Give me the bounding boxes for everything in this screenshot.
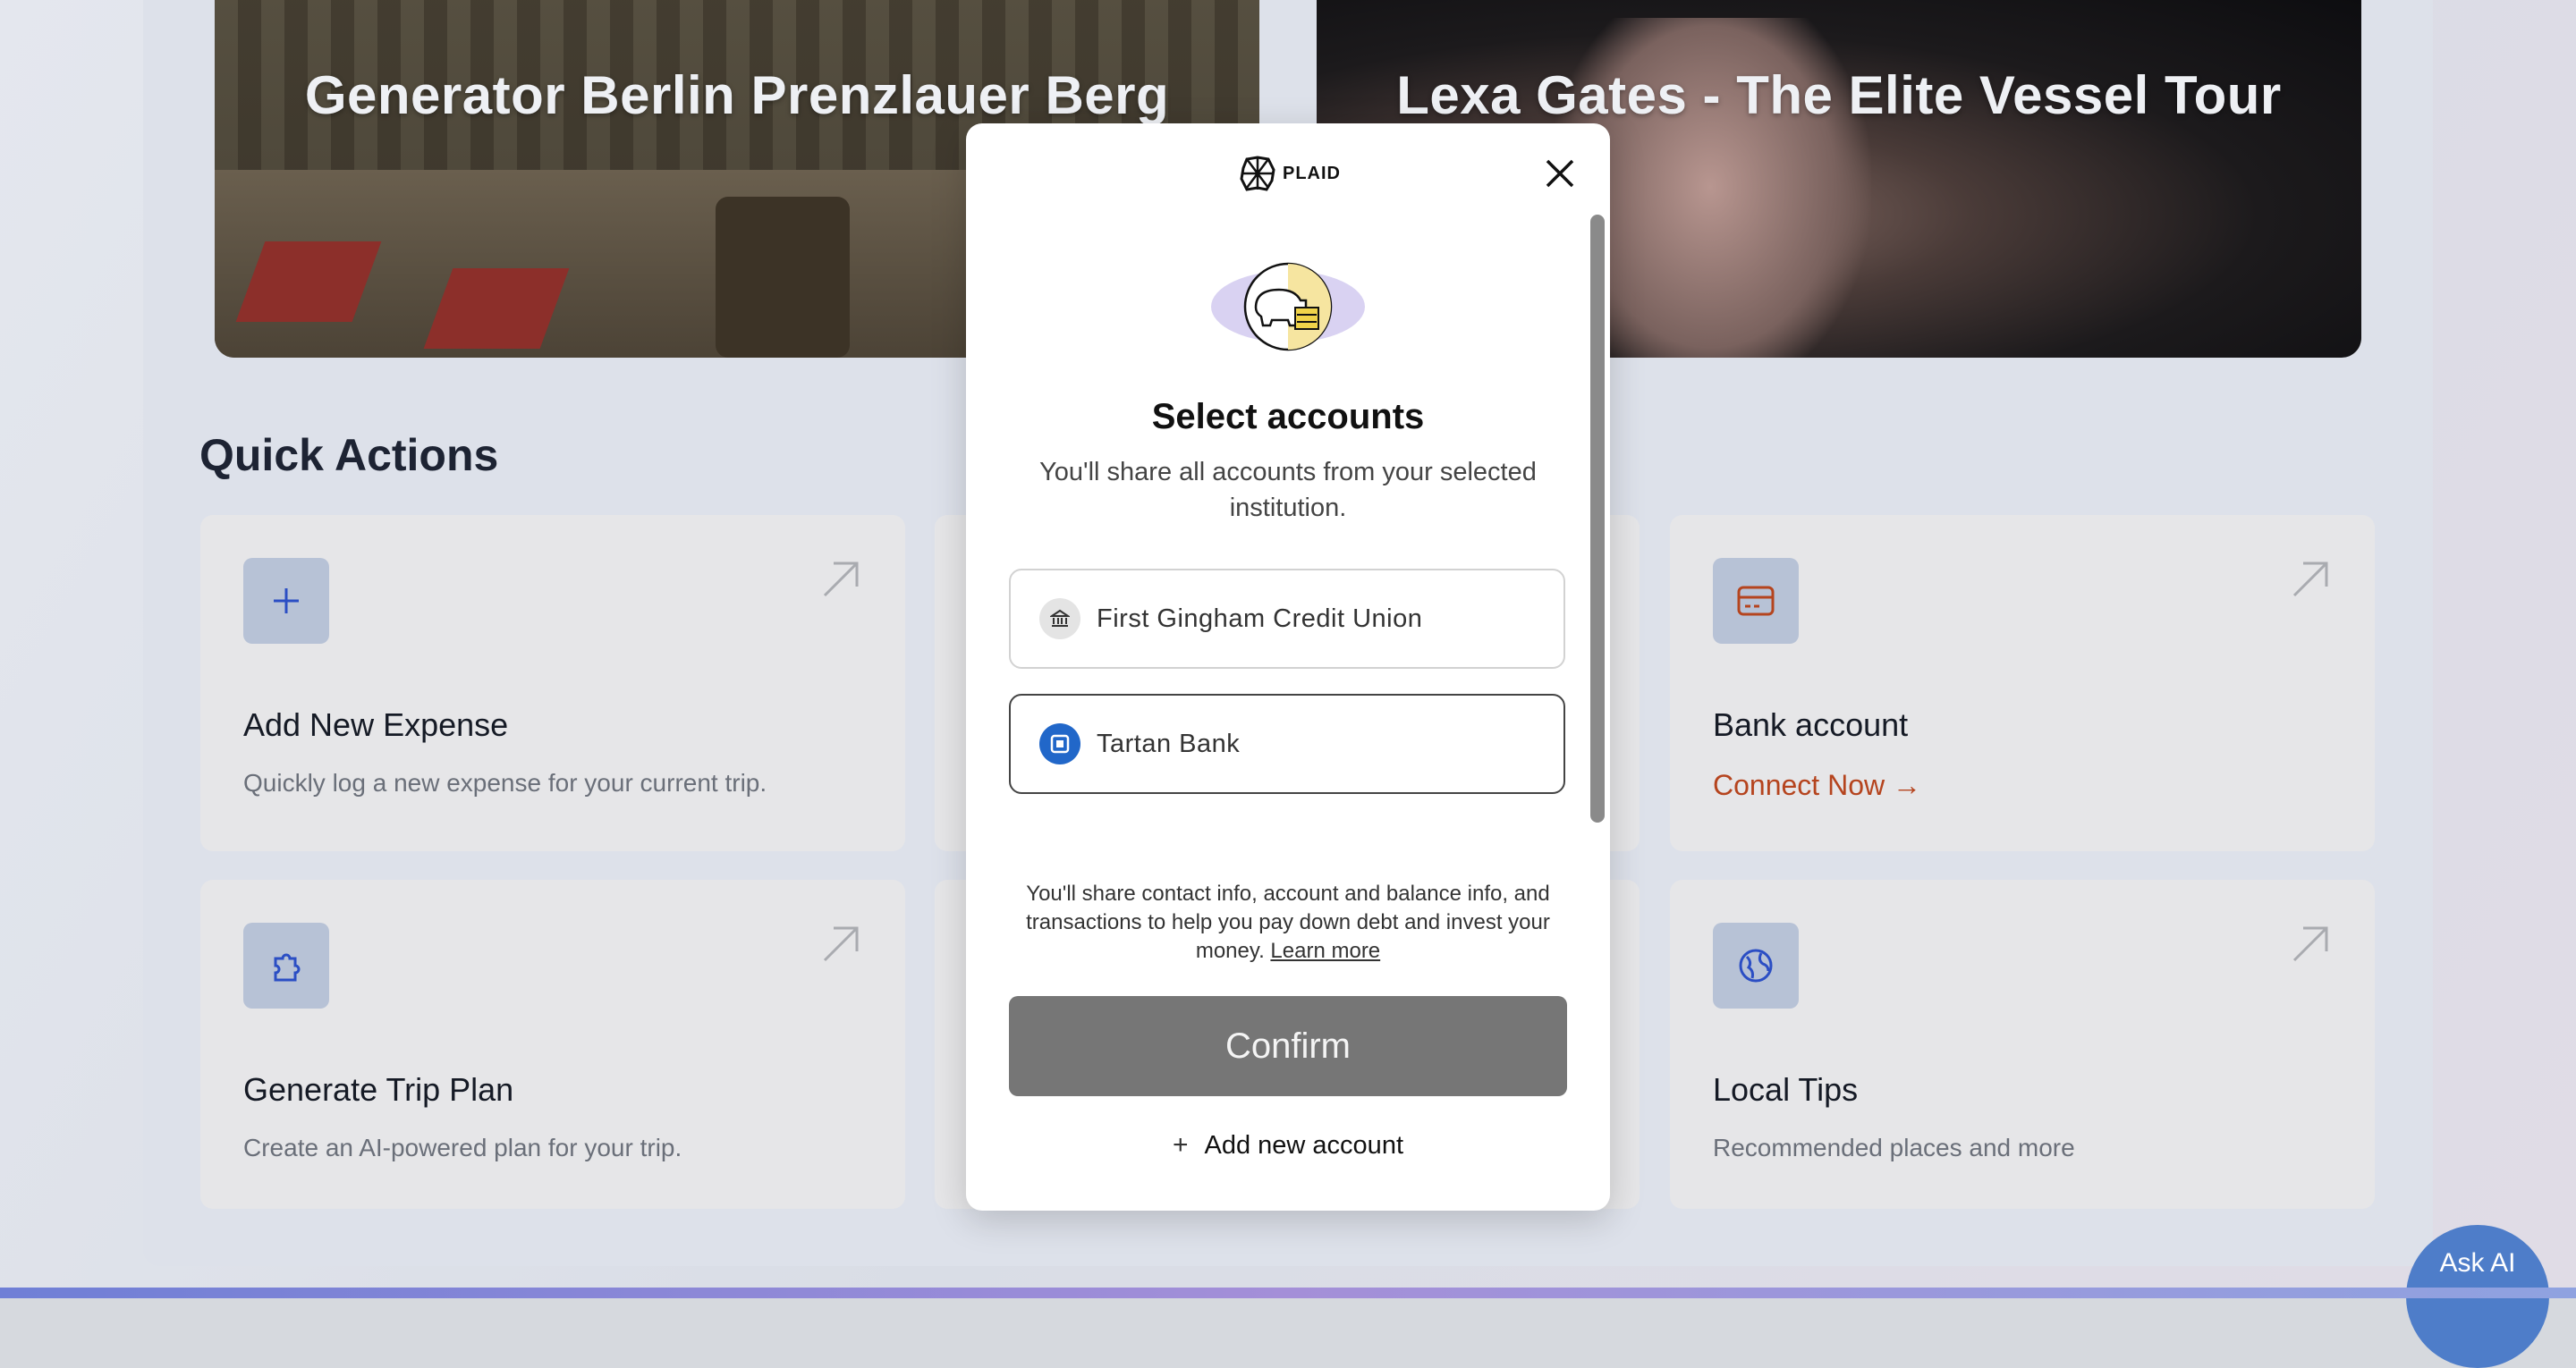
bottom-gradient-bar xyxy=(0,1288,2576,1298)
card-title: Local Tips xyxy=(1713,1071,1859,1108)
confirm-button[interactable]: Confirm xyxy=(1009,996,1567,1096)
credit-card-icon xyxy=(1713,558,1799,644)
ask-ai-label: Ask AI xyxy=(2439,1248,2516,1278)
hero-title-berlin: Generator Berlin Prenzlauer Berg xyxy=(304,65,1170,125)
plaid-logo-icon xyxy=(1240,156,1275,191)
plaid-logo-text: PLAID xyxy=(1283,163,1341,183)
arrow-up-right-icon xyxy=(823,926,859,962)
connect-now-link[interactable]: Connect Now → xyxy=(1713,769,1921,802)
piggy-bank-illustration-icon xyxy=(1211,262,1365,351)
account-label: First Gingham Credit Union xyxy=(1097,604,1423,633)
add-expense-card[interactable]: Add New Expense Quickly log a new expens… xyxy=(200,515,905,851)
generate-trip-plan-card[interactable]: Generate Trip Plan Create an AI-powered … xyxy=(200,880,905,1209)
plaid-modal: PLAID Select accounts You'll share all a… xyxy=(966,123,1610,1211)
bank-icon xyxy=(1039,598,1080,639)
hero-title-lexa: Lexa Gates - The Elite Vessel Tour xyxy=(1396,65,2282,125)
modal-title: Select accounts xyxy=(1151,397,1425,436)
account-label: Tartan Bank xyxy=(1097,729,1241,758)
add-new-account-label: Add new account xyxy=(1204,1131,1403,1160)
globe-icon xyxy=(1713,923,1799,1009)
card-title: Generate Trip Plan xyxy=(243,1071,514,1108)
account-option-tartan-bank[interactable]: Tartan Bank xyxy=(1009,694,1565,794)
card-title: Add New Expense xyxy=(243,706,509,743)
card-description: Create an AI-powered plan for your trip. xyxy=(243,1134,682,1161)
tartan-bank-icon xyxy=(1039,723,1080,764)
card-title: Bank account xyxy=(1713,706,1909,743)
card-description: Recommended places and more xyxy=(1713,1134,2075,1161)
modal-scrollbar[interactable] xyxy=(1590,215,1605,823)
modal-subtitle: You'll share all accounts from your sele… xyxy=(1039,458,1537,522)
close-icon[interactable] xyxy=(1542,156,1578,191)
plus-icon: + xyxy=(1172,1130,1189,1160)
bank-account-card[interactable]: Bank account Connect Now → xyxy=(1670,515,2375,851)
quick-actions-title: Quick Actions xyxy=(199,430,499,480)
puzzle-icon xyxy=(243,923,329,1009)
card-description: Quickly log a new expense for your curre… xyxy=(243,769,767,797)
arrow-up-right-icon xyxy=(823,562,859,597)
disclaimer-text: You'll share contact info, account and b… xyxy=(1009,880,1567,966)
arrow-up-right-icon xyxy=(2292,562,2328,597)
local-tips-card[interactable]: Local Tips Recommended places and more xyxy=(1670,880,2375,1209)
hero-image-barrel xyxy=(716,197,850,358)
account-option-first-gingham[interactable]: First Gingham Credit Union xyxy=(1009,569,1565,669)
plaid-logo: PLAID xyxy=(1240,156,1341,191)
learn-more-link[interactable]: Learn more xyxy=(1270,939,1380,963)
plus-icon xyxy=(243,558,329,644)
add-new-account-button[interactable]: + Add new account xyxy=(966,1130,1610,1161)
arrow-up-right-icon xyxy=(2292,926,2328,962)
